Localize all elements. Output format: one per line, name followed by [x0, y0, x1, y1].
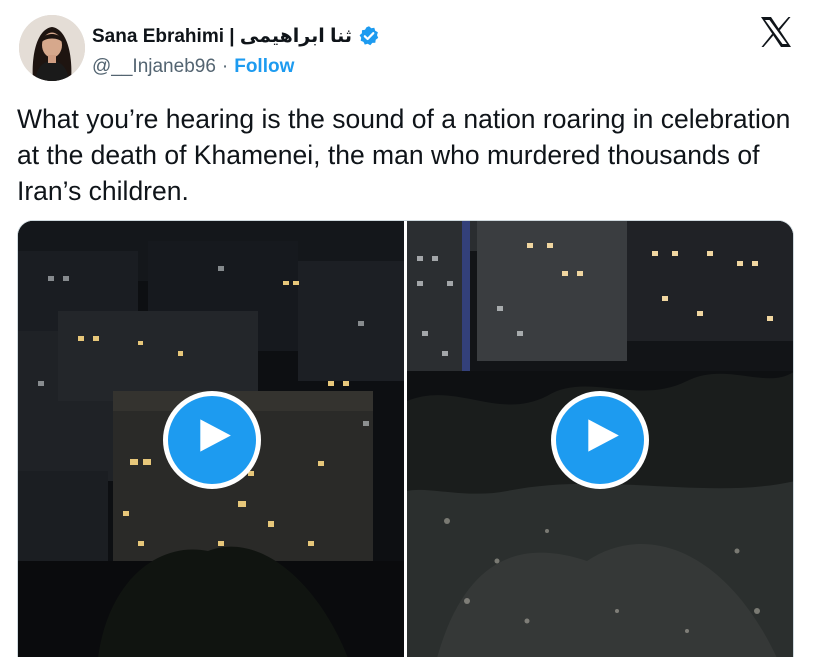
author-name-row: Sana Ebrahimi | ثنا ابراهیمی	[92, 22, 380, 50]
separator-dot: ·	[221, 56, 229, 77]
tweet-embed-card: Sana Ebrahimi | ثنا ابراهیمی @__Injaneb9…	[0, 0, 814, 657]
play-button[interactable]	[163, 391, 261, 489]
video-thumbnail-1[interactable]	[18, 221, 404, 657]
follow-button[interactable]: Follow	[234, 56, 294, 78]
media-grid	[17, 220, 794, 657]
avatar[interactable]	[19, 15, 85, 81]
author-handle-row: @__Injaneb96 · Follow	[92, 54, 294, 80]
verified-badge-icon	[358, 25, 380, 47]
x-logo-icon[interactable]	[759, 16, 793, 48]
video-thumbnail-2[interactable]	[407, 221, 793, 657]
author-display-name[interactable]: Sana Ebrahimi | ثنا ابراهیمی	[92, 25, 352, 48]
play-button[interactable]	[551, 391, 649, 489]
play-icon	[588, 419, 619, 452]
author-handle[interactable]: @__Injaneb96	[92, 56, 216, 78]
play-icon	[200, 419, 231, 452]
tweet-text: What you’re hearing is the sound of a na…	[17, 104, 791, 206]
